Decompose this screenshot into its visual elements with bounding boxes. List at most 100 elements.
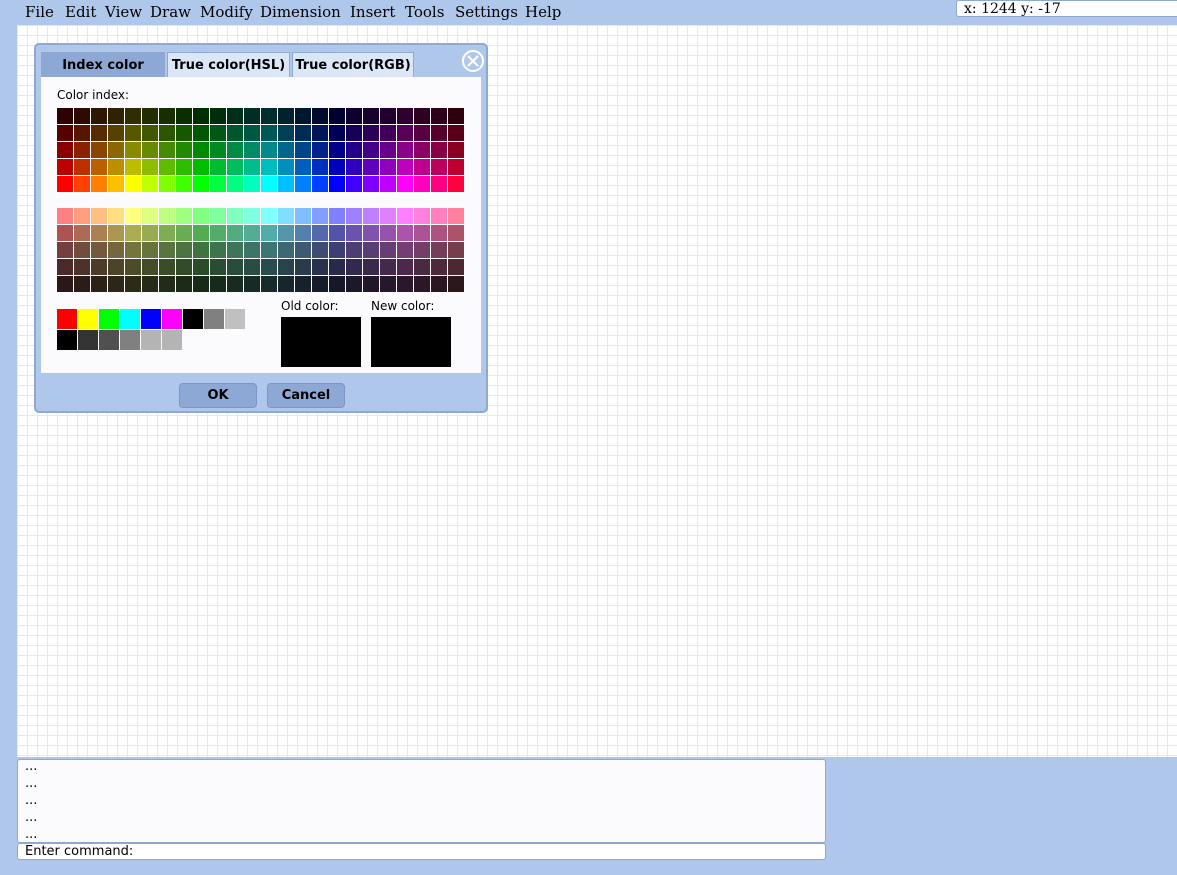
color-cell[interactable] [397,259,413,275]
color-cell[interactable] [57,242,73,258]
gray-color-cell[interactable] [57,330,77,350]
color-cell[interactable] [91,259,107,275]
color-cell[interactable] [312,159,328,175]
color-cell[interactable] [244,125,260,141]
color-cell[interactable] [329,276,345,292]
gray-color-cell[interactable] [99,330,119,350]
color-cell[interactable] [57,176,73,192]
standard-color-cell[interactable] [78,309,98,329]
menu-settings[interactable]: Settings [455,3,518,21]
standard-color-cell[interactable] [99,309,119,329]
color-cell[interactable] [244,242,260,258]
color-cell[interactable] [176,276,192,292]
color-cell[interactable] [176,259,192,275]
menu-edit[interactable]: Edit [65,3,96,21]
color-cell[interactable] [397,242,413,258]
color-cell[interactable] [261,225,277,241]
color-cell[interactable] [176,176,192,192]
color-cell[interactable] [91,159,107,175]
color-cell[interactable] [125,208,141,224]
close-button[interactable] [462,50,484,72]
color-cell[interactable] [380,159,396,175]
color-cell[interactable] [346,108,362,124]
color-cell[interactable] [431,242,447,258]
color-cell[interactable] [125,276,141,292]
color-cell[interactable] [346,242,362,258]
tab-true-color-hsl[interactable]: True color(HSL) [167,52,290,77]
color-cell[interactable] [397,142,413,158]
color-cell[interactable] [244,259,260,275]
color-cell[interactable] [329,142,345,158]
color-cell[interactable] [380,242,396,258]
color-cell[interactable] [261,108,277,124]
color-cell[interactable] [312,242,328,258]
color-cell[interactable] [91,225,107,241]
color-cell[interactable] [278,108,294,124]
color-cell[interactable] [414,108,430,124]
color-cell[interactable] [57,225,73,241]
color-cell[interactable] [125,176,141,192]
color-cell[interactable] [312,176,328,192]
color-cell[interactable] [346,176,362,192]
color-cell[interactable] [210,208,226,224]
color-cell[interactable] [142,276,158,292]
color-cell[interactable] [91,176,107,192]
color-cell[interactable] [91,276,107,292]
color-cell[interactable] [397,176,413,192]
color-cell[interactable] [329,208,345,224]
standard-color-cell[interactable] [57,309,77,329]
color-cell[interactable] [295,259,311,275]
color-cell[interactable] [346,159,362,175]
color-cell[interactable] [261,259,277,275]
color-cell[interactable] [244,142,260,158]
color-cell[interactable] [142,208,158,224]
color-cell[interactable] [448,225,464,241]
color-cell[interactable] [295,208,311,224]
color-cell[interactable] [108,159,124,175]
ok-button[interactable]: OK [179,383,257,408]
color-cell[interactable] [227,125,243,141]
color-cell[interactable] [227,276,243,292]
gray-color-cell[interactable] [78,330,98,350]
color-cell[interactable] [210,125,226,141]
color-cell[interactable] [57,208,73,224]
color-cell[interactable] [74,142,90,158]
color-cell[interactable] [159,176,175,192]
color-cell[interactable] [261,159,277,175]
color-cell[interactable] [244,208,260,224]
color-cell[interactable] [261,142,277,158]
color-cell[interactable] [329,176,345,192]
color-cell[interactable] [91,108,107,124]
gray-color-cell[interactable] [162,330,182,350]
color-cell[interactable] [125,159,141,175]
color-cell[interactable] [295,276,311,292]
color-cell[interactable] [176,208,192,224]
color-cell[interactable] [108,108,124,124]
color-cell[interactable] [431,225,447,241]
color-cell[interactable] [227,108,243,124]
color-cell[interactable] [397,225,413,241]
color-cell[interactable] [397,125,413,141]
color-cell[interactable] [142,108,158,124]
standard-color-cell[interactable] [120,309,140,329]
menu-modify[interactable]: Modify [200,3,253,21]
color-cell[interactable] [159,108,175,124]
color-cell[interactable] [329,225,345,241]
color-cell[interactable] [193,176,209,192]
color-cell[interactable] [278,176,294,192]
color-cell[interactable] [244,225,260,241]
color-cell[interactable] [380,259,396,275]
color-cell[interactable] [108,276,124,292]
color-cell[interactable] [91,142,107,158]
color-cell[interactable] [295,176,311,192]
color-cell[interactable] [448,108,464,124]
color-cell[interactable] [312,142,328,158]
color-cell[interactable] [380,176,396,192]
color-cell[interactable] [57,276,73,292]
color-cell[interactable] [329,259,345,275]
color-cell[interactable] [414,259,430,275]
color-cell[interactable] [142,242,158,258]
color-cell[interactable] [397,208,413,224]
color-cell[interactable] [431,125,447,141]
color-cell[interactable] [176,142,192,158]
